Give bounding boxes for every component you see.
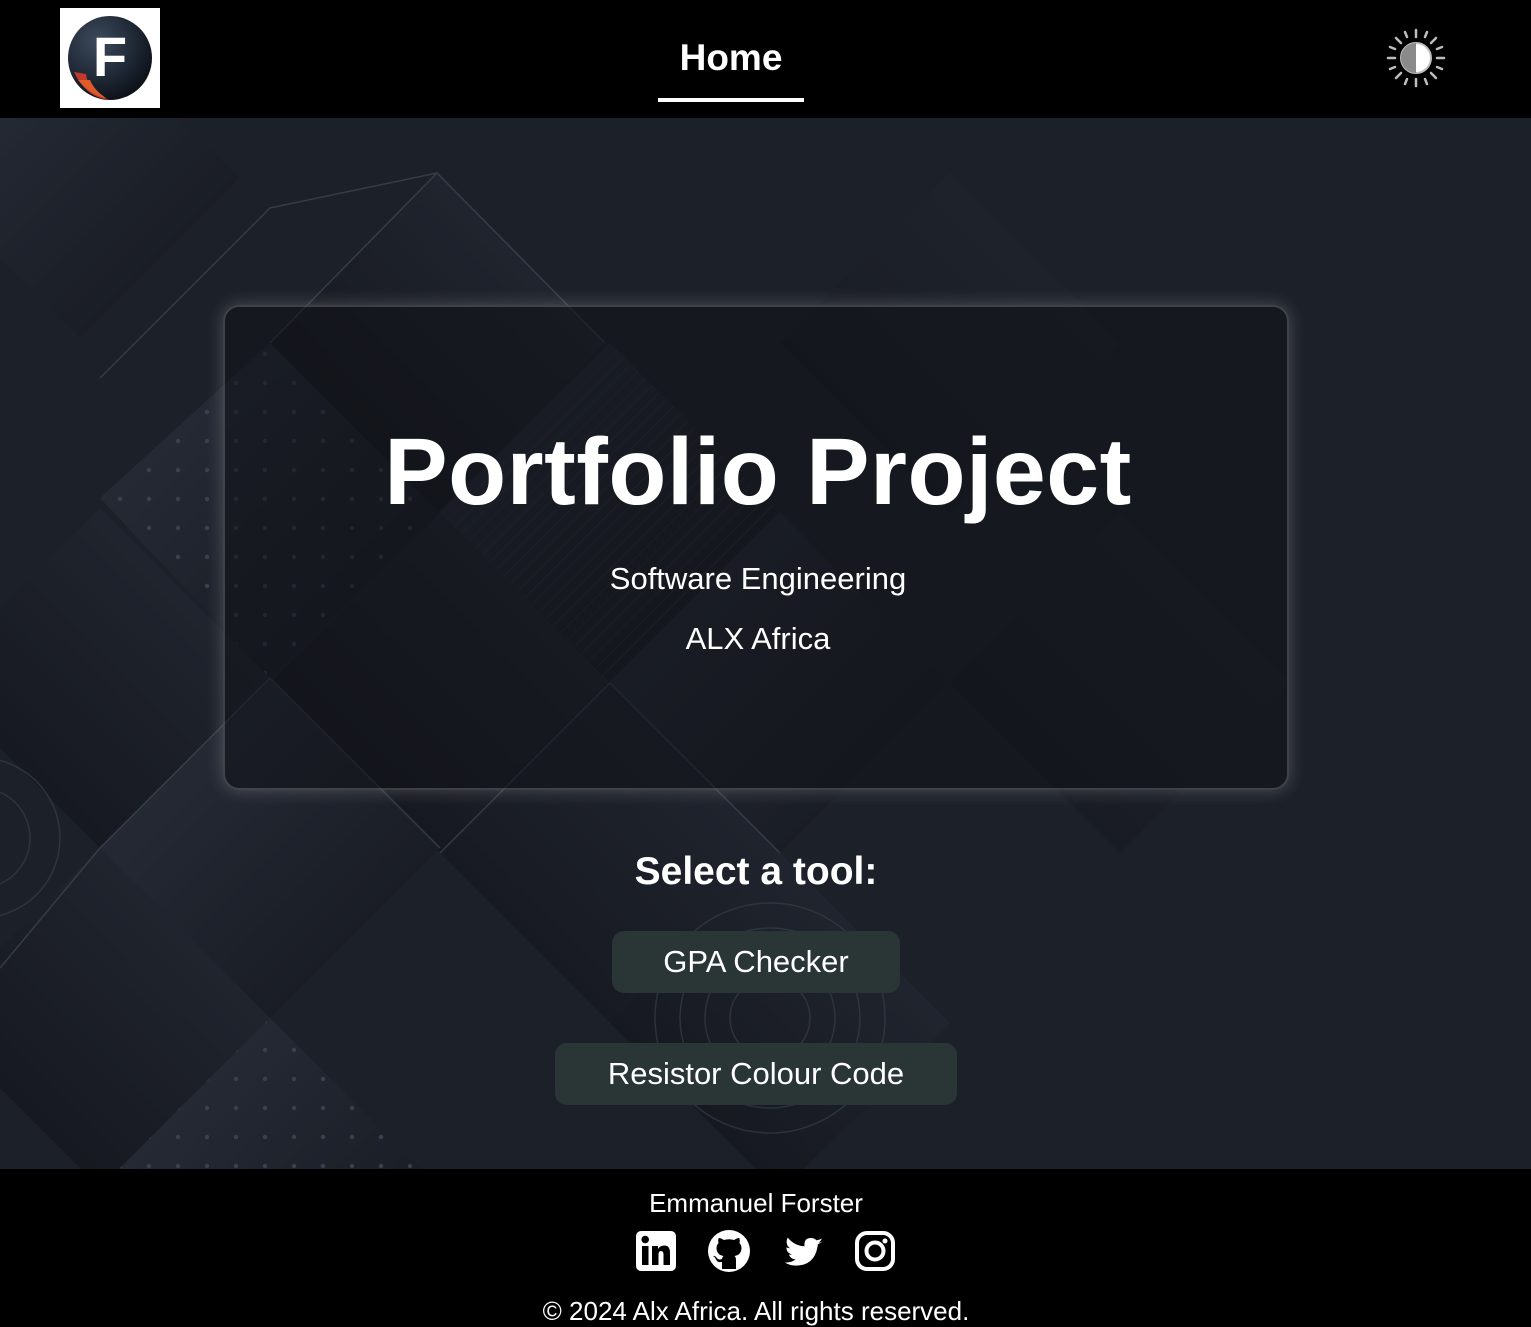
tool-select-heading: Select a tool: (634, 850, 878, 893)
active-nav-underline (658, 98, 804, 102)
site-logo[interactable]: F (60, 8, 160, 108)
svg-text:F: F (93, 25, 127, 88)
brightness-icon (1386, 28, 1446, 88)
twitter-icon (784, 1237, 823, 1266)
instagram-icon (855, 1231, 895, 1271)
linkedin-icon (636, 1231, 676, 1271)
hero-section: Portfolio Project Software Engineering A… (0, 118, 1531, 1169)
gpa-checker-button[interactable]: GPA Checker (612, 931, 900, 993)
logo-icon: F (68, 16, 152, 100)
footer-author-name: Emmanuel Forster (649, 1188, 863, 1218)
instagram-link[interactable] (853, 1229, 897, 1273)
nav-home-link[interactable]: Home (658, 30, 804, 102)
top-navbar: F Home (0, 0, 1531, 118)
page-title: Portfolio Project (384, 419, 1132, 525)
nav-home-label: Home (679, 37, 783, 78)
hero-subtitle-school: ALX Africa (685, 621, 831, 656)
github-icon (708, 1230, 750, 1272)
hero-card: Portfolio Project Software Engineering A… (223, 305, 1289, 790)
github-link[interactable] (707, 1229, 751, 1273)
twitter-link[interactable] (779, 1229, 823, 1273)
theme-toggle-button[interactable] (1386, 28, 1446, 88)
resistor-colour-code-button[interactable]: Resistor Colour Code (555, 1043, 957, 1105)
linkedin-link[interactable] (634, 1229, 678, 1273)
footer: Emmanuel Forster © 2024 Alx Africa. All … (0, 1169, 1531, 1326)
copyright-text: © 2024 Alx Africa. All rights reserved. (542, 1296, 970, 1326)
hero-subtitle-course: Software Engineering (609, 561, 907, 596)
